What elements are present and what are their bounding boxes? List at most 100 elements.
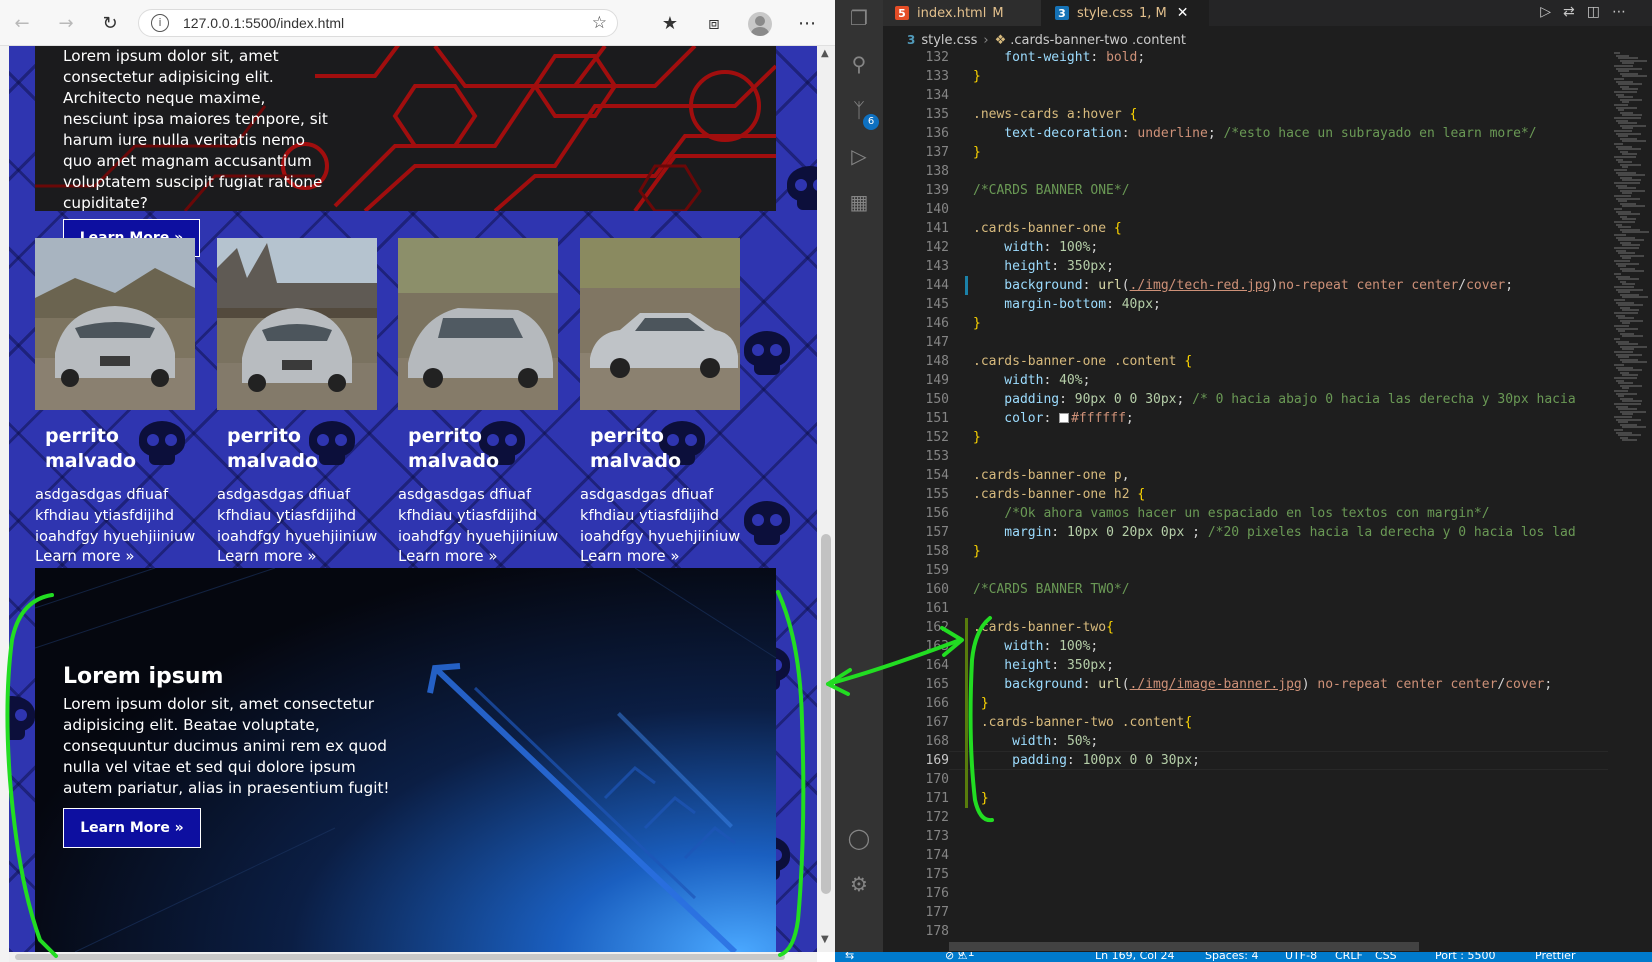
code-line[interactable]: 173	[883, 827, 1608, 846]
code-line[interactable]: 165 background: url(./img/image-banner.j…	[883, 675, 1608, 694]
scrollbar-thumb[interactable]	[949, 942, 1419, 951]
code-line[interactable]: 169 padding: 100px 0 0 30px;	[883, 751, 1608, 770]
code-line[interactable]: 133}	[883, 67, 1608, 86]
code-line[interactable]: 148 .cards-banner-one .content {	[883, 352, 1608, 371]
code-line[interactable]: 163 width: 100%;	[883, 637, 1608, 656]
code-text: width: 40%;	[973, 373, 1091, 388]
code-line[interactable]: 153	[883, 447, 1608, 466]
run-debug-icon[interactable]: ▷	[847, 144, 871, 168]
search-icon[interactable]: ⚲	[847, 52, 871, 76]
cursor-position[interactable]: Ln 169, Col 24	[1095, 952, 1175, 962]
code-line[interactable]: 142 width: 100%;	[883, 238, 1608, 257]
code-line[interactable]: 177	[883, 903, 1608, 922]
reload-icon[interactable]: ↻	[96, 10, 124, 36]
code-line[interactable]: 170	[883, 770, 1608, 789]
more-menu-icon[interactable]: ⋯	[793, 10, 821, 36]
run-icon[interactable]: ▷	[1540, 4, 1563, 20]
code-line[interactable]: 137}	[883, 143, 1608, 162]
code-line[interactable]: 171 }	[883, 789, 1608, 808]
scroll-up-icon[interactable]: ▲	[821, 48, 829, 59]
code-line[interactable]: 158}	[883, 542, 1608, 561]
code-line[interactable]: 145 margin-bottom: 40px;	[883, 295, 1608, 314]
encoding[interactable]: UTF-8	[1285, 952, 1317, 962]
code-line[interactable]: 164 height: 350px;	[883, 656, 1608, 675]
code-line[interactable]: 132 font-weight: bold;	[883, 48, 1608, 67]
code-line[interactable]: 159	[883, 561, 1608, 580]
card-learn-more-link[interactable]: Learn more »	[217, 547, 317, 565]
code-line[interactable]: 136 text-decoration: underline; /*esto h…	[883, 124, 1608, 143]
split-editor-icon[interactable]: ◫	[1587, 4, 1612, 20]
add-favorite-icon[interactable]: ☆	[592, 13, 607, 33]
code-line[interactable]: 174	[883, 846, 1608, 865]
extensions-icon[interactable]: ▦	[847, 190, 871, 214]
profile-avatar[interactable]	[748, 12, 772, 36]
language-mode[interactable]: CSS	[1375, 952, 1397, 962]
close-tab-icon[interactable]: ✕	[1177, 5, 1189, 21]
code-line[interactable]: 155 .cards-banner-one h2 {	[883, 485, 1608, 504]
scrollbar-thumb[interactable]	[821, 534, 831, 894]
explorer-icon[interactable]: ❐	[847, 6, 871, 30]
code-line[interactable]: 162 .cards-banner-two{	[883, 618, 1608, 637]
code-line[interactable]: 166 }	[883, 694, 1608, 713]
page-viewport[interactable]: Lorem ipsum dolor sit, amet consectetur …	[9, 46, 817, 952]
errors-count[interactable]: ⊘ 0 ⚠ 1	[945, 952, 975, 962]
card-learn-more-link[interactable]: Learn more »	[580, 547, 680, 565]
code-line[interactable]: 176	[883, 884, 1608, 903]
forward-icon[interactable]: →	[52, 10, 80, 36]
address-text[interactable]: 127.0.0.1:5500/index.html	[183, 15, 344, 31]
compare-icon[interactable]: ⇄	[1563, 4, 1587, 20]
code-line[interactable]: 172	[883, 808, 1608, 827]
minimap[interactable]	[1608, 48, 1652, 941]
code-line[interactable]: 157 margin: 10px 0 20px 0px ; /*20 pixel…	[883, 523, 1608, 542]
code-line[interactable]: 135 .news-cards a:hover {	[883, 105, 1608, 124]
editor-horizontal-scrollbar[interactable]	[949, 941, 1652, 952]
code-line[interactable]: 134	[883, 86, 1608, 105]
code-line[interactable]: 178	[883, 922, 1608, 941]
code-line[interactable]: 154 .cards-banner-one p,	[883, 466, 1608, 485]
tab-style-css[interactable]: 3 style.css 1, M ✕	[1041, 0, 1209, 26]
code-line[interactable]: 150 padding: 90px 0 0 30px; /* 0 hacia a…	[883, 390, 1608, 409]
collections-icon[interactable]: ⧈	[700, 10, 728, 36]
code-line[interactable]: 151 color: #ffffff;	[883, 409, 1608, 428]
code-line[interactable]: 143 height: 350px;	[883, 257, 1608, 276]
remote-icon[interactable]: ⇆	[845, 952, 854, 962]
code-line[interactable]: 152}	[883, 428, 1608, 447]
code-line[interactable]: 168 width: 50%;	[883, 732, 1608, 751]
page-horizontal-scrollbar[interactable]	[9, 952, 817, 962]
code-line[interactable]: 144 background: url(./img/tech-red.jpg)n…	[883, 276, 1608, 295]
code-line[interactable]: 160 /*CARDS BANNER TWO*/	[883, 580, 1608, 599]
scrollbar-thumb[interactable]	[15, 954, 785, 960]
code-line[interactable]: 140	[883, 200, 1608, 219]
code-editor[interactable]: 132 font-weight: bold; 133} 134 135 .news-ca…	[883, 48, 1608, 941]
live-server-port[interactable]: Port : 5500	[1435, 952, 1496, 962]
banner-two-learn-more-button[interactable]: Learn More »	[63, 808, 201, 848]
code-line[interactable]: 167 .cards-banner-two .content{	[883, 713, 1608, 732]
accounts-icon[interactable]: ◯	[847, 826, 871, 850]
card-learn-more-link[interactable]: Learn more »	[35, 547, 135, 565]
page-scrollbar[interactable]: ▲ ▼	[817, 46, 835, 952]
settings-gear-icon[interactable]: ⚙	[847, 872, 871, 896]
favorites-icon[interactable]: ★	[656, 10, 684, 36]
address-bar[interactable]: i 127.0.0.1:5500/index.html ☆	[138, 9, 618, 37]
card-learn-more-link[interactable]: Learn more »	[398, 547, 498, 565]
code-line[interactable]: 149 width: 40%;	[883, 371, 1608, 390]
code-line[interactable]: 138	[883, 162, 1608, 181]
breadcrumb-file[interactable]: style.css	[921, 33, 977, 48]
code-line[interactable]: 141 .cards-banner-one {	[883, 219, 1608, 238]
code-line[interactable]: 139 /*CARDS BANNER ONE*/	[883, 181, 1608, 200]
scroll-down-icon[interactable]: ▼	[821, 934, 829, 945]
code-line[interactable]: 156 /*Ok ahora vamos hacer un espaciado …	[883, 504, 1608, 523]
prettier-status[interactable]: Prettier	[1535, 952, 1575, 962]
indentation[interactable]: Spaces: 4	[1205, 952, 1258, 962]
more-actions-icon[interactable]: ⋯	[1612, 4, 1638, 20]
back-icon[interactable]: ←	[8, 10, 36, 36]
code-line[interactable]: 146}	[883, 314, 1608, 333]
breadcrumb-symbol[interactable]: .cards-banner-two .content	[1010, 33, 1186, 48]
color-swatch-icon[interactable]	[1059, 413, 1070, 423]
tab-index-html[interactable]: 5 index.html M	[883, 0, 1041, 26]
code-line[interactable]: 175	[883, 865, 1608, 884]
site-info-icon[interactable]: i	[151, 14, 169, 32]
line-endings[interactable]: CRLF	[1335, 952, 1363, 962]
code-line[interactable]: 161	[883, 599, 1608, 618]
code-line[interactable]: 147	[883, 333, 1608, 352]
